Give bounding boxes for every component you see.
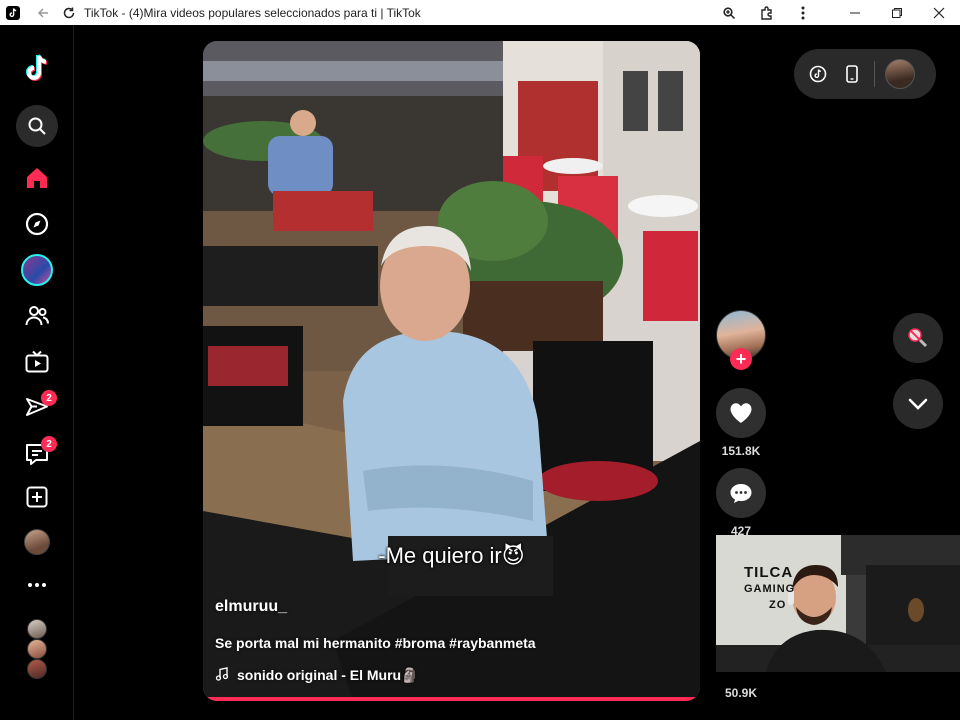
tab-title: TikTok - (4)Mira videos populares selecc… — [84, 5, 421, 20]
tiktok-favicon-icon — [2, 2, 24, 24]
inbox-icon[interactable]: 2 — [16, 433, 58, 475]
more-vertical-icon[interactable] — [792, 2, 814, 24]
account-avatar[interactable] — [885, 59, 915, 89]
share-count: 50.9K — [724, 686, 758, 700]
tiktok-mini-icon[interactable] — [806, 62, 830, 86]
comment-button[interactable] — [716, 468, 766, 518]
like-count: 151.8K — [721, 444, 761, 458]
video-username[interactable]: elmuruu_ — [215, 598, 287, 616]
messages-badge: 2 — [41, 390, 57, 406]
close-icon[interactable] — [918, 0, 960, 25]
sign-line-1: TILCA — [744, 564, 794, 581]
comment-icon — [730, 484, 752, 503]
no-sound-icon — [908, 328, 928, 348]
pill-divider — [874, 61, 875, 87]
left-sidebar: 2 2 — [0, 25, 74, 720]
top-controls-pill — [794, 49, 936, 99]
sound-label: sonido original - El Muru🗿 — [237, 667, 419, 683]
live-ring-avatar — [21, 254, 53, 286]
follow-plus-icon[interactable]: + — [730, 348, 752, 370]
reload-icon[interactable] — [58, 2, 80, 24]
mute-toggle-button[interactable] — [893, 313, 943, 363]
heart-icon — [730, 403, 752, 423]
browser-chrome: TikTok - (4)Mira videos populares selecc… — [0, 0, 960, 25]
following-avatar[interactable] — [27, 639, 47, 659]
webcam-overlay: TILCA GAMING ZO — [716, 535, 960, 672]
sign-line-3: ZO — [769, 599, 787, 611]
following-avatar[interactable] — [27, 619, 47, 639]
compass-icon[interactable] — [16, 203, 58, 245]
back-arrow-icon[interactable] — [32, 2, 54, 24]
sign-line-2: GAMING — [744, 583, 796, 595]
more-horizontal-icon[interactable] — [16, 564, 58, 606]
video-caption: -Me quiero ir😈 — [378, 543, 525, 568]
search-icon[interactable] — [16, 105, 58, 147]
zoom-icon[interactable] — [718, 2, 740, 24]
people-icon[interactable] — [16, 295, 58, 337]
activity-badge: 2 — [41, 436, 57, 452]
video-description: Se porta mal mi hermanito #broma #rayban… — [215, 635, 536, 651]
video-sound[interactable]: sonido original - El Muru🗿 — [215, 667, 419, 684]
like-button[interactable] — [716, 388, 766, 438]
tiktok-logo-icon[interactable] — [16, 47, 58, 89]
music-note-icon — [215, 667, 229, 684]
live-avatar[interactable] — [16, 249, 58, 291]
webcam-sign: TILCA GAMING ZO — [744, 565, 795, 613]
profile-photo — [24, 529, 50, 555]
restore-icon[interactable] — [876, 0, 918, 25]
video-player[interactable]: -Me quiero ir😈 elmuruu_ Se porta mal mi … — [203, 41, 700, 701]
mobile-icon[interactable] — [840, 62, 864, 86]
plus-square-icon[interactable] — [16, 476, 58, 518]
following-avatar[interactable] — [27, 659, 47, 679]
profile-avatar[interactable] — [16, 521, 58, 563]
send-icon[interactable]: 2 — [16, 387, 58, 429]
home-icon[interactable] — [16, 157, 58, 199]
next-video-button[interactable] — [893, 379, 943, 429]
video-progress-bar[interactable] — [203, 697, 700, 701]
video-progress-fill — [203, 697, 700, 701]
extensions-icon[interactable] — [756, 2, 778, 24]
chevron-down-icon — [908, 398, 928, 410]
tv-icon[interactable] — [16, 341, 58, 383]
minimize-icon[interactable] — [834, 0, 876, 25]
